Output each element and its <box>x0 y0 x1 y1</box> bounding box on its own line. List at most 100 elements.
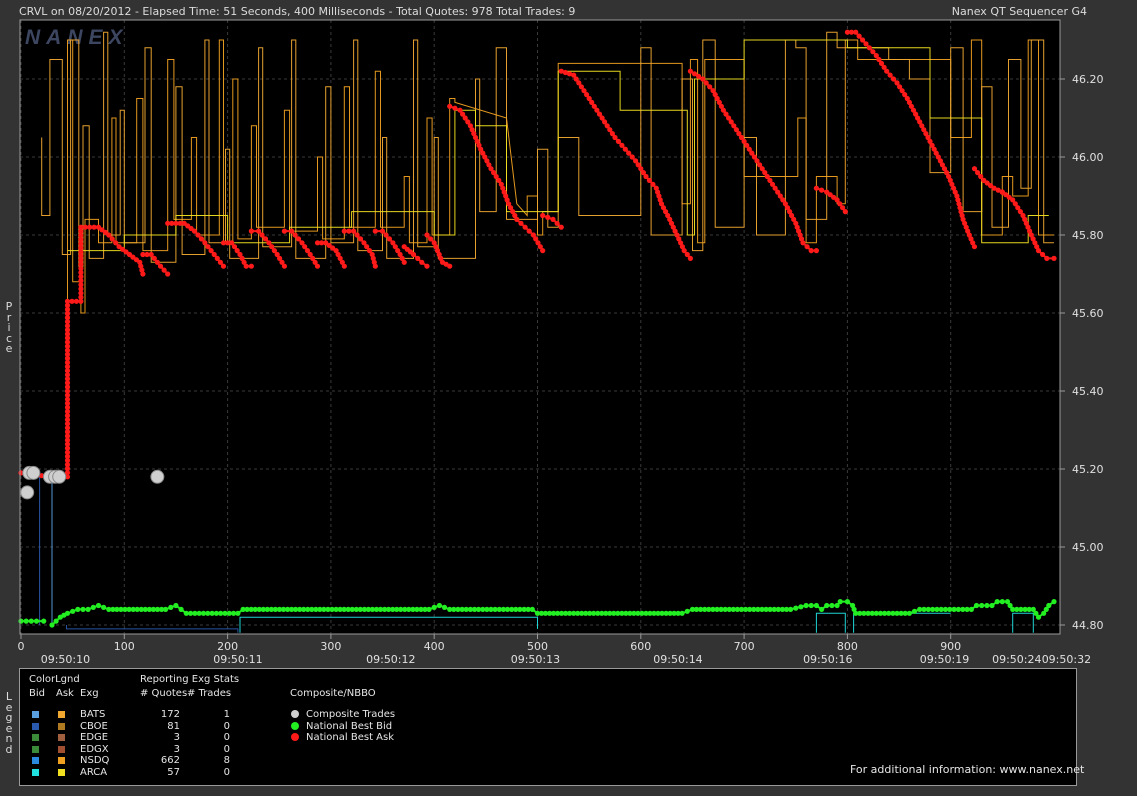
y-tick-label: 45.20 <box>1072 463 1104 476</box>
ask-point <box>109 236 115 242</box>
ask-point <box>198 236 204 242</box>
time-label: 09:50:16 <box>803 653 852 666</box>
legend-quotes-cell: 81 <box>167 720 180 732</box>
legend-bid-swatch <box>32 722 39 730</box>
legend-trades-cell: 8 <box>223 755 230 766</box>
ask-point <box>289 228 295 234</box>
ask-point <box>890 76 897 82</box>
ask-point <box>262 236 269 242</box>
trade-point <box>150 469 165 484</box>
ask-point <box>428 236 434 242</box>
legend-quotes-cell: 662 <box>160 755 180 766</box>
ask-point <box>813 248 820 254</box>
ask-point <box>447 103 453 109</box>
chart-window: CRVL on 08/20/2012 - Elapsed Time: 51 Se… <box>0 0 1137 796</box>
x-tick-label: 500 <box>527 640 548 653</box>
legend-quotes-cell: 172 <box>160 709 180 720</box>
ask-point <box>140 271 146 277</box>
ask-point <box>447 263 453 269</box>
ask-point <box>113 240 119 246</box>
legend-col-ask: Ask <box>56 688 74 699</box>
ask-point <box>629 154 635 160</box>
x-tick-label: 900 <box>940 640 961 653</box>
bid-point <box>989 602 995 609</box>
legend-quotes-cell: 3 <box>173 743 180 755</box>
ask-point <box>856 33 862 39</box>
ask-point <box>379 228 386 234</box>
ask-point <box>813 185 820 191</box>
y-tick-label: 45.40 <box>1072 385 1104 398</box>
ask-point <box>372 263 378 269</box>
ask-point <box>1035 248 1042 254</box>
ask-point <box>853 29 859 35</box>
bid-point <box>968 606 975 613</box>
ask-point <box>866 45 873 51</box>
x-tick-label: 200 <box>217 640 238 653</box>
legend-composite-title: Composite/NBBO <box>290 688 376 699</box>
x-tick-label: 400 <box>424 640 445 653</box>
bid-point <box>431 604 437 611</box>
time-label: 09:50:24 <box>992 653 1041 666</box>
ask-point <box>424 232 430 238</box>
ask-point <box>157 263 164 269</box>
bid-point <box>90 604 96 611</box>
bid-point <box>1035 614 1042 620</box>
ask-point <box>295 236 302 242</box>
ask-point <box>248 228 254 234</box>
legend-exg-cell: BATS <box>80 709 106 720</box>
ask-point <box>514 216 520 222</box>
legend-col-quotes: # Quotes <box>140 688 188 699</box>
bid-point <box>426 606 432 613</box>
bid-point <box>829 602 835 609</box>
bid-point <box>1051 599 1057 605</box>
y-tick-label: 45.80 <box>1072 229 1104 242</box>
bid-point <box>64 610 71 616</box>
legend-ask-swatch <box>58 711 65 718</box>
ask-point <box>195 232 201 238</box>
bid-point <box>906 610 913 616</box>
ask-point <box>165 271 171 277</box>
bid-point <box>75 606 81 613</box>
legend-col-bid: Bid <box>29 688 45 699</box>
time-label: 09:50:14 <box>653 653 702 666</box>
bid-point <box>813 602 820 609</box>
bid-point <box>436 602 442 609</box>
ask-point <box>161 267 167 273</box>
bid-point <box>95 602 102 609</box>
ask-point <box>971 244 978 250</box>
bid-point <box>837 599 843 605</box>
time-label: 09:50:12 <box>366 653 415 666</box>
ask-point <box>452 105 458 111</box>
bid-point <box>529 606 535 613</box>
ask-point <box>804 244 810 250</box>
legend-col-trades: # Trades <box>187 688 232 699</box>
ask-point <box>383 232 389 238</box>
ask-point <box>540 212 546 219</box>
ask-point <box>281 228 287 234</box>
ask-point <box>800 240 806 246</box>
bid-point <box>798 604 804 610</box>
time-label: 09:50:13 <box>511 653 560 666</box>
ask-point <box>341 263 347 269</box>
bid-point <box>28 618 34 624</box>
ask-point <box>612 134 618 141</box>
ask-point <box>860 37 866 43</box>
legend-exg-cell: CBOE <box>80 720 108 732</box>
legend-colorlgnd-title: ColorLgnd <box>29 674 80 685</box>
bid-point <box>80 606 86 613</box>
ask-point <box>540 248 546 254</box>
legend-composite-label: National Best Bid <box>306 720 393 732</box>
legend-trades-cell: 0 <box>223 732 230 743</box>
ask-point <box>687 255 693 261</box>
ask-point <box>64 298 71 304</box>
ask-point <box>73 298 79 304</box>
legend-footer: For additional information: www.nanex.ne… <box>850 763 1085 776</box>
bid-point <box>999 599 1005 605</box>
ask-point <box>106 232 112 238</box>
ask-point <box>351 228 357 234</box>
bid-point <box>168 604 174 611</box>
bid-point <box>33 618 40 624</box>
ask-point <box>386 236 392 242</box>
bid-point <box>173 602 179 609</box>
ask-point <box>357 236 364 242</box>
